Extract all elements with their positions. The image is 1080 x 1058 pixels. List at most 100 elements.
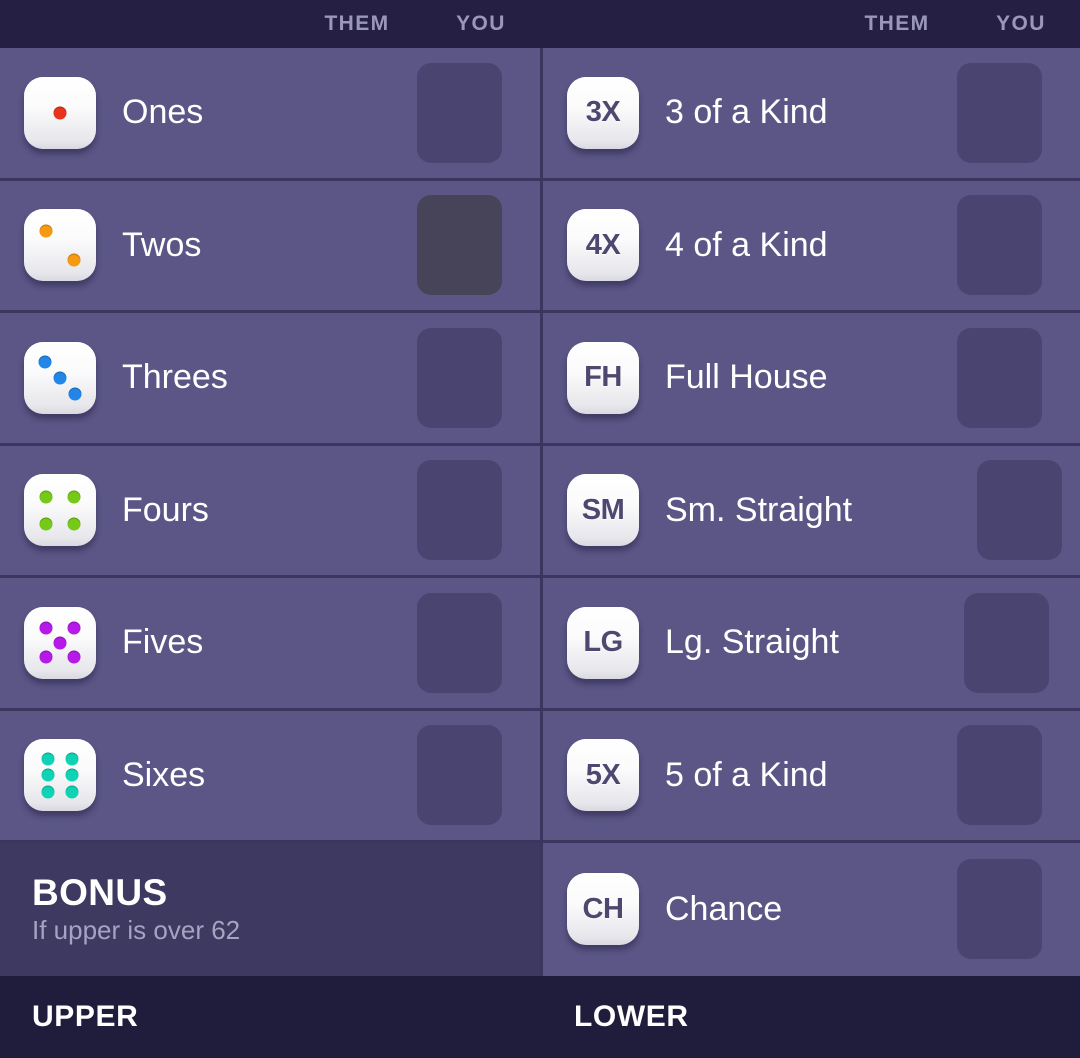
die-one-icon <box>24 76 96 149</box>
header-upper-them-label: THEM <box>324 12 390 35</box>
header-lower-them-label: THEM <box>864 12 930 35</box>
die-pip <box>53 106 67 120</box>
scorecard-row-sixes[interactable]: Sixes <box>0 710 540 843</box>
die-pip <box>68 387 82 401</box>
score-box-ones-you[interactable] <box>417 62 502 163</box>
score-box-three-of-a-kind-you[interactable] <box>957 62 1042 163</box>
chip-label: LG <box>583 626 623 659</box>
score-box-fives-you[interactable] <box>417 592 502 693</box>
scorecard-row-small-straight[interactable]: SM Sm. Straight <box>543 445 1080 578</box>
four-of-a-kind-chip-icon: 4X <box>567 209 639 282</box>
bonus-text-block: BONUS If upper is over 62 <box>32 871 241 946</box>
header-upper-columns: THEM YOU <box>0 0 540 48</box>
bonus-subtitle: If upper is over 62 <box>32 915 241 946</box>
die-pip <box>39 621 53 635</box>
score-box-chance-you[interactable] <box>957 859 1042 960</box>
scorecard-screen: THEM YOU THEM YOU Ones Twos Threes Fours Fiv… <box>0 0 1080 1058</box>
scorecard-footer: UPPER LOWER <box>0 975 1080 1058</box>
row-label-fours: Fours <box>122 490 209 529</box>
row-label-full-house: Full House <box>665 358 828 397</box>
score-box-fours-you[interactable] <box>417 460 502 561</box>
row-label-fives: Fives <box>122 623 204 662</box>
scorecard-row-ones[interactable]: Ones <box>0 48 540 181</box>
scorecard-row-five-of-a-kind[interactable]: 5X 5 of a Kind <box>543 710 1080 843</box>
die-pip <box>67 253 81 267</box>
die-pip <box>39 490 53 504</box>
die-pip <box>67 490 81 504</box>
die-pips <box>24 77 96 149</box>
die-pip <box>39 650 53 664</box>
die-five-icon <box>24 606 96 679</box>
large-straight-chip-icon: LG <box>567 606 639 679</box>
lower-section: 3X 3 of a Kind 4X 4 of a Kind FH Full House SM… <box>540 48 1080 976</box>
scorecard-row-chance[interactable]: CH Chance <box>543 843 1080 976</box>
scorecard-row-three-of-a-kind[interactable]: 3X 3 of a Kind <box>543 48 1080 181</box>
chip-label: 5X <box>585 758 621 791</box>
score-box-four-of-a-kind-you[interactable] <box>957 195 1042 296</box>
die-pips <box>24 607 96 679</box>
row-label-twos: Twos <box>122 225 202 264</box>
die-pip <box>53 636 67 650</box>
scorecard-row-fours[interactable]: Fours <box>0 445 540 578</box>
chip-label: 3X <box>585 96 621 129</box>
scorecard-row-four-of-a-kind[interactable]: 4X 4 of a Kind <box>543 180 1080 313</box>
row-label-sixes: Sixes <box>122 755 206 794</box>
score-box-full-house-you[interactable] <box>957 327 1042 428</box>
die-pips <box>24 739 96 811</box>
die-pip <box>41 768 55 782</box>
die-pip <box>67 517 81 531</box>
chip-label: SM <box>581 493 625 526</box>
die-pip <box>39 517 53 531</box>
scorecard-row-twos[interactable]: Twos <box>0 180 540 313</box>
header-lower-columns: THEM YOU <box>540 0 1080 48</box>
scorecard-row-large-straight[interactable]: LG Lg. Straight <box>543 578 1080 711</box>
scorecard-row-fives[interactable]: Fives <box>0 578 540 711</box>
scorecard-row-threes[interactable]: Threes <box>0 313 540 446</box>
score-box-large-straight-you[interactable] <box>963 592 1049 693</box>
die-pip <box>67 650 81 664</box>
bonus-title: BONUS <box>32 871 168 913</box>
die-pip <box>39 224 53 238</box>
chip-label: FH <box>584 361 622 394</box>
upper-section: Ones Twos Threes Fours Fives Sixes BONUS If upp… <box>0 48 540 976</box>
chip-label: 4X <box>585 228 621 261</box>
die-two-icon <box>24 209 96 282</box>
die-pips <box>24 209 96 281</box>
row-label-four-of-a-kind: 4 of a Kind <box>665 225 828 264</box>
small-straight-chip-icon: SM <box>567 474 639 547</box>
die-pips <box>24 342 96 414</box>
score-box-sixes-you[interactable] <box>417 725 502 826</box>
chance-chip-icon: CH <box>567 873 639 946</box>
full-house-chip-icon: FH <box>567 341 639 414</box>
row-label-ones: Ones <box>122 93 204 132</box>
die-pip <box>53 371 67 385</box>
score-box-twos-you[interactable] <box>417 195 502 296</box>
die-six-icon <box>24 739 96 812</box>
die-pips <box>24 474 96 546</box>
footer-upper-label: UPPER <box>32 999 139 1033</box>
die-pip <box>41 785 55 799</box>
footer-upper-tab[interactable]: UPPER <box>0 976 540 1058</box>
header-upper-you-label: YOU <box>456 12 506 35</box>
row-label-small-straight: Sm. Straight <box>665 490 853 529</box>
scorecard-row-full-house[interactable]: FH Full House <box>543 313 1080 446</box>
die-pip <box>67 621 81 635</box>
row-label-chance: Chance <box>665 889 783 928</box>
die-pip <box>41 752 55 766</box>
score-box-small-straight-you[interactable] <box>977 460 1063 561</box>
scorecard-board: Ones Twos Threes Fours Fives Sixes BONUS If upp… <box>0 48 1080 976</box>
footer-lower-tab[interactable]: LOWER <box>540 976 1080 1058</box>
row-label-three-of-a-kind: 3 of a Kind <box>665 93 828 132</box>
header-lower-you-label: YOU <box>996 12 1046 35</box>
three-of-a-kind-chip-icon: 3X <box>567 76 639 149</box>
row-label-threes: Threes <box>122 358 228 397</box>
score-box-threes-you[interactable] <box>417 327 502 428</box>
scorecard-row-bonus[interactable]: BONUS If upper is over 62 <box>0 843 540 976</box>
die-three-icon <box>24 341 96 414</box>
die-pip <box>65 752 79 766</box>
row-label-five-of-a-kind: 5 of a Kind <box>665 755 828 794</box>
row-label-large-straight: Lg. Straight <box>665 623 839 662</box>
footer-lower-label: LOWER <box>574 999 689 1033</box>
score-box-five-of-a-kind-you[interactable] <box>957 725 1042 826</box>
die-pip <box>65 785 79 799</box>
